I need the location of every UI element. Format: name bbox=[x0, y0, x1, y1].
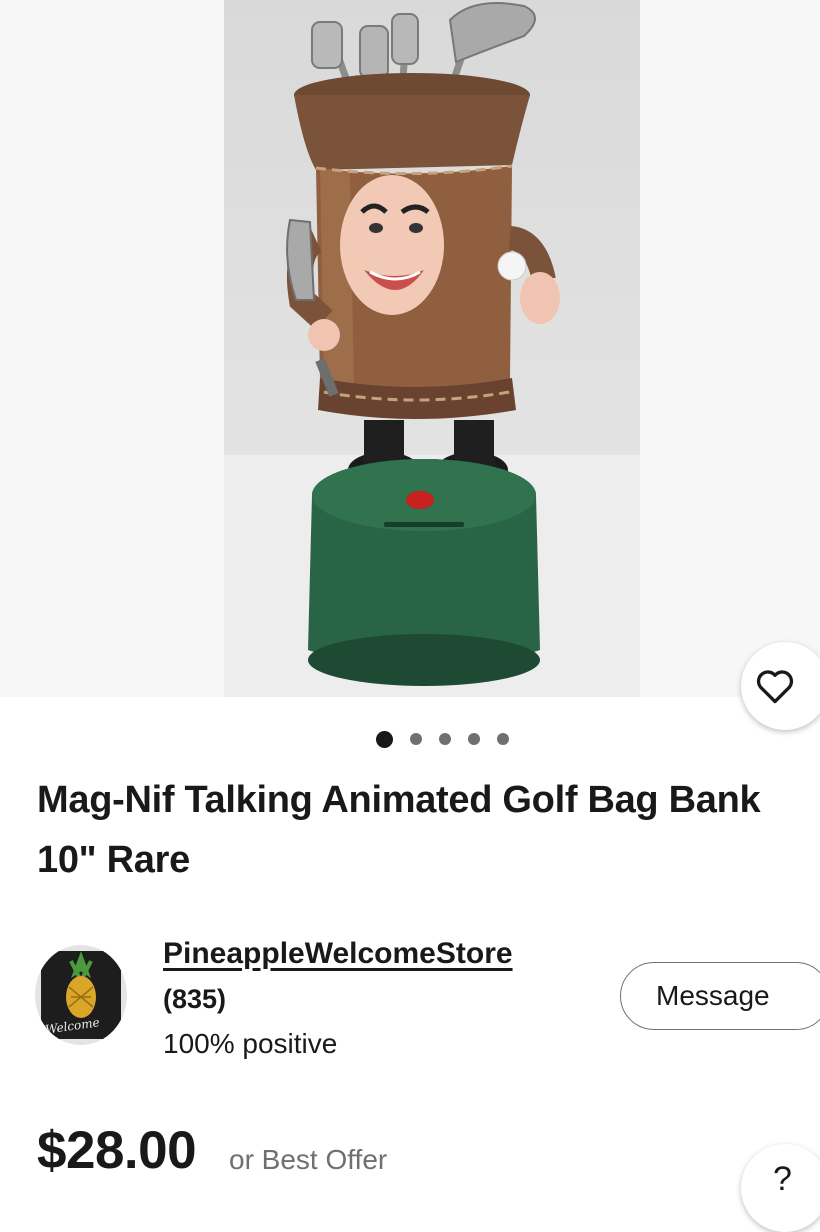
seller-positive-rating: 100% positive bbox=[163, 1028, 338, 1059]
image-gallery[interactable] bbox=[0, 0, 820, 730]
price: $28.00 bbox=[37, 1121, 197, 1180]
product-title: Mag-Nif Talking Animated Golf Bag Bank 1… bbox=[37, 779, 761, 881]
question-icon: ? bbox=[773, 1160, 792, 1198]
carousel-dot[interactable] bbox=[438, 733, 451, 745]
product-photo[interactable] bbox=[224, 0, 640, 697]
seller-avatar[interactable]: Welcome bbox=[35, 945, 127, 1045]
golf-bag-bank-image bbox=[224, 2, 640, 697]
help-button[interactable]: ? bbox=[741, 1144, 820, 1232]
carousel-dot[interactable] bbox=[496, 733, 509, 745]
carousel-dot[interactable] bbox=[409, 733, 422, 745]
best-offer-label: or Best Offer bbox=[229, 1144, 388, 1175]
carousel-dot[interactable] bbox=[375, 730, 393, 748]
heart-icon bbox=[756, 670, 794, 704]
message-button[interactable]: Message bbox=[620, 962, 820, 1030]
pineapple-logo: Welcome bbox=[41, 951, 121, 1039]
seller-name-link[interactable]: PineappleWelcomeStore bbox=[163, 937, 513, 971]
seller-feedback-count: (835) bbox=[163, 984, 227, 1014]
carousel-indicator bbox=[0, 730, 820, 748]
watchlist-button[interactable] bbox=[741, 642, 820, 730]
carousel-dot[interactable] bbox=[467, 733, 480, 745]
